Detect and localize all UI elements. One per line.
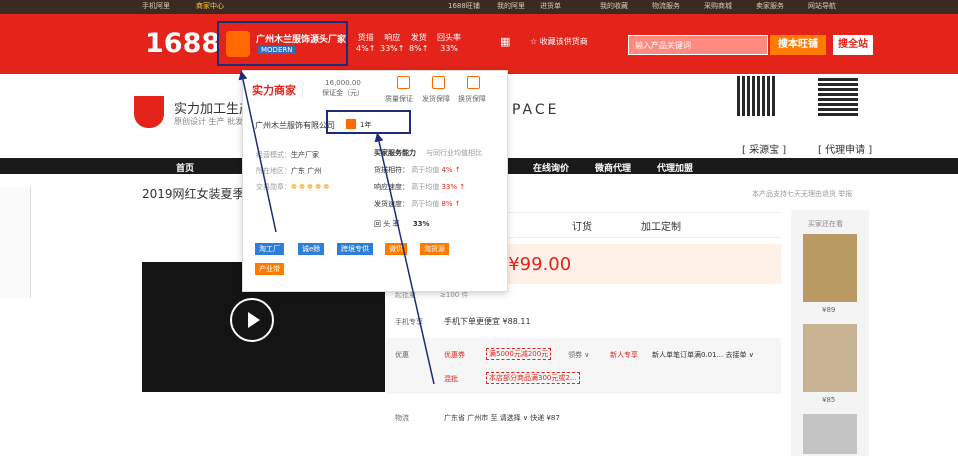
annotation-arrow bbox=[374, 132, 435, 385]
annotation-arrow bbox=[238, 70, 277, 233]
annotation-arrows bbox=[238, 70, 435, 385]
